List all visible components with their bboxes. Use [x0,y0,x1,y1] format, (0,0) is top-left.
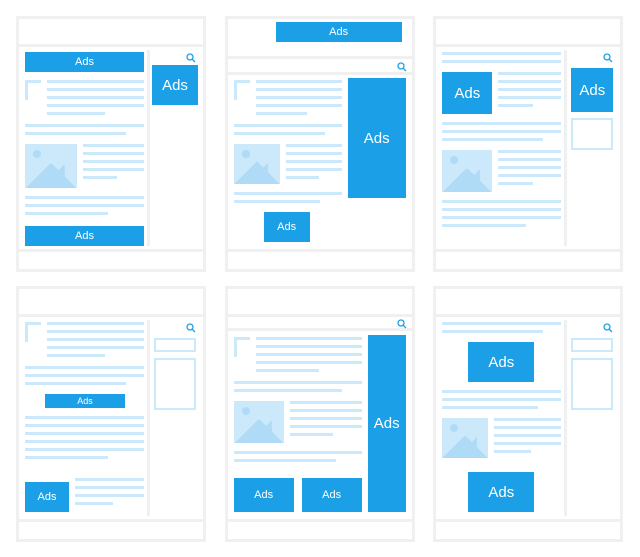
header-bar [436,19,620,47]
text-lines [290,401,362,441]
ad-skyscraper: Ads [368,335,406,512]
ad-mid-banner: Ads [45,394,125,408]
content-area: Ads Ads Ads [234,335,406,516]
nav-bar [228,317,412,331]
sidebar [564,320,616,516]
search-icon [186,53,196,63]
ad-inline-square: Ads [264,212,310,242]
ad-right-rect: Ads [152,65,198,105]
content-area: Ads Ads [25,320,144,516]
text-lines [25,416,144,464]
footer-bar [228,519,412,539]
ad-top-square: Ads [468,342,534,382]
image-placeholder [25,144,77,188]
text-lines [498,72,561,112]
ad-bottom-banner: Ads [25,226,144,246]
image-placeholder [234,144,280,184]
text-lines [234,192,342,208]
ad-bottom-square: Ads [25,482,69,512]
ad-sidebar-square: Ads [571,68,613,112]
text-lines [442,52,561,68]
footer-bar [436,519,620,539]
text-lines [442,390,561,414]
search-icon [186,323,196,333]
layout-3: Ads Ads [433,16,623,272]
sidebar [147,320,199,516]
text-lines [442,122,561,146]
sidebar-box [571,358,613,410]
text-lines [494,418,561,458]
text-lines [442,322,561,338]
drop-cap [234,80,250,100]
drop-cap [234,337,250,357]
ad-bottom-square: Ads [468,472,534,512]
image-placeholder [442,418,488,458]
ad-tall-rect: Ads [348,78,406,198]
search-icon [603,323,613,333]
sidebar-box [571,118,613,150]
text-lines [75,478,144,510]
text-lines [498,150,561,190]
layout-4: Ads Ads [16,286,206,542]
layout-6: Ads Ads [433,286,623,542]
text-lines [442,200,561,232]
text-lines [234,451,362,467]
header-bar [19,289,203,317]
text-lines [25,124,144,140]
text-lines [83,144,144,184]
layout-2: Ads Ads Ads [225,16,415,272]
content-area: Ads Ads [442,320,561,516]
text-lines [25,366,144,390]
footer-bar [228,249,412,269]
search-icon [397,319,407,329]
content-area: Ads Ads [25,50,144,246]
footer-bar [436,249,620,269]
text-lines [256,80,342,120]
ad-bottom-sq-2: Ads [302,478,362,512]
ad-inline-left: Ads [442,72,492,114]
drop-cap [25,322,41,342]
ad-top-banner: Ads [25,52,144,72]
text-lines [234,381,362,397]
header-bar [436,289,620,317]
header-bar [228,289,412,317]
ad-leaderboard: Ads [276,22,402,42]
text-lines [47,322,144,362]
footer-bar [19,249,203,269]
ad-bottom-sq-1: Ads [234,478,294,512]
search-icon [603,53,613,63]
layout-5: Ads Ads Ads [225,286,415,542]
text-lines [47,80,144,120]
layout-1: Ads Ads Ads [16,16,206,272]
content-area: Ads Ads [234,78,406,246]
search-icon [397,62,407,72]
sidebar-box [571,338,613,352]
image-placeholder [234,401,284,443]
text-lines [256,337,362,377]
sidebar-box [154,358,196,410]
layout-grid: Ads Ads Ads Ads [16,16,624,542]
sidebar-box [154,338,196,352]
text-lines [286,144,342,184]
drop-cap [25,80,41,100]
nav-bar [228,59,412,75]
header-bar: Ads [228,19,412,59]
text-lines [234,124,342,140]
content-area: Ads [442,50,561,246]
footer-bar [19,519,203,539]
sidebar: Ads [564,50,616,246]
text-lines [25,196,144,220]
image-placeholder [442,150,492,192]
header-bar [19,19,203,47]
